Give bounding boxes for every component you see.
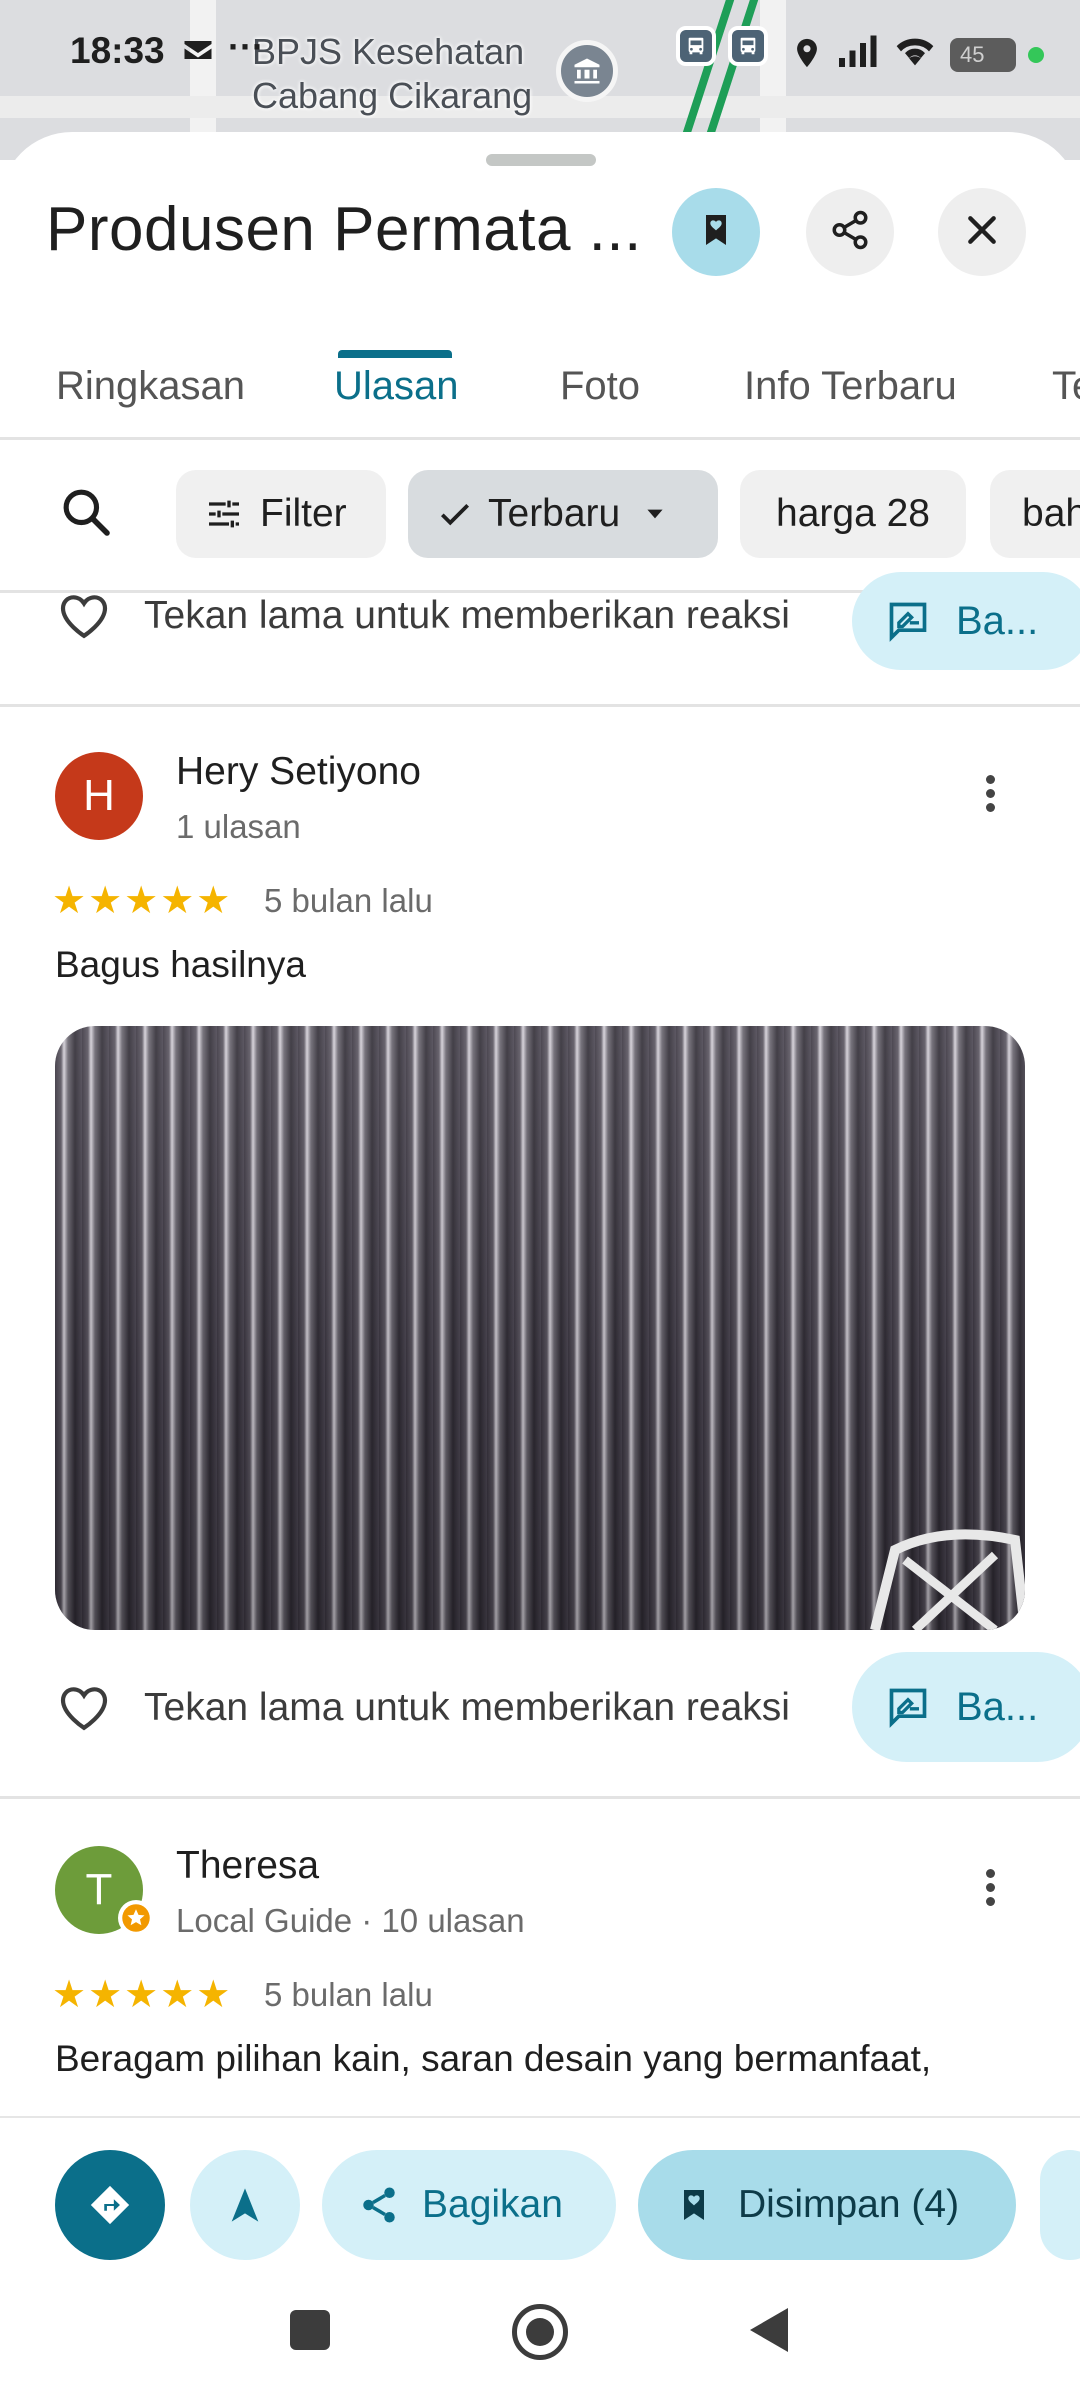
place-action-bar: Bagikan Disimpan (4) [0, 2116, 1080, 2266]
active-tab-indicator [338, 350, 452, 358]
privacy-indicator-dot [1028, 47, 1044, 63]
search-reviews-icon[interactable] [58, 484, 114, 545]
review-time: 5 bulan lalu [264, 882, 433, 919]
review-text[interactable]: Bagus hasilnya [55, 944, 1055, 986]
tab-info-terbaru[interactable]: Info Terbaru [744, 364, 957, 409]
share-review-button[interactable]: Ba... [852, 572, 1080, 670]
local-guide-badge-icon [118, 1900, 154, 1936]
rate-review-icon [886, 1685, 930, 1729]
bus-icon [728, 26, 768, 66]
home-button[interactable] [512, 2304, 568, 2360]
more-options-icon[interactable] [980, 770, 1000, 830]
drag-handle[interactable] [486, 154, 596, 166]
divider [0, 1796, 1080, 1799]
more-options-icon[interactable] [980, 1864, 1000, 1924]
tab-ulasan[interactable]: Ulasan [334, 364, 459, 409]
tab-bar: Ringkasan Ulasan Foto Info Terbaru Te [0, 342, 1080, 440]
close-button[interactable] [938, 188, 1026, 276]
bookmark-icon [696, 210, 736, 255]
avatar-initial: T [85, 1865, 113, 1914]
place-title: Produsen Permata ... [46, 195, 642, 264]
divider [0, 704, 1080, 707]
recents-button[interactable] [290, 2310, 330, 2350]
heart-icon[interactable] [56, 588, 112, 649]
share-place-button[interactable]: Bagikan [322, 2150, 616, 2260]
battery-indicator: 45 [950, 38, 1016, 72]
share-icon [829, 209, 871, 256]
reviewer-subtitle: 1 ulasan [176, 808, 301, 845]
share-place-label: Bagikan [422, 2183, 563, 2226]
directions-button[interactable] [55, 2150, 165, 2260]
reviewer-name[interactable]: Theresa [176, 1844, 319, 1888]
reaction-row: Tekan lama untuk memberikan reaksi Ba... [0, 1652, 1080, 1762]
system-navigation-bar [0, 2266, 1080, 2400]
wifi-icon [892, 32, 938, 77]
sort-chip[interactable]: Terbaru [408, 470, 718, 558]
share-review-label: Ba... [956, 598, 1039, 643]
chair-in-photo [870, 1529, 1025, 1630]
more-notifications-indicator: ··· [228, 26, 264, 67]
review-photo[interactable] [55, 1026, 1025, 1630]
saved-button[interactable]: Disimpan (4) [638, 2150, 1016, 2260]
dropdown-arrow-icon [642, 501, 668, 527]
location-pin-icon [790, 34, 824, 77]
more-actions-button[interactable] [1040, 2150, 1080, 2260]
topic-chip-harga[interactable]: harga 28 [740, 470, 966, 558]
status-time: 18:33 [70, 30, 165, 71]
start-navigation-button[interactable] [190, 2150, 300, 2260]
saved-label: Disimpan (4) [738, 2183, 960, 2226]
filter-chip[interactable]: Filter [176, 470, 386, 558]
tab-truncated[interactable]: Te [1052, 364, 1080, 409]
reaction-row: Tekan lama untuk memberikan reaksi Ba... [0, 560, 1080, 670]
filter-chip-label: Filter [260, 492, 347, 535]
bookmark-icon [674, 2185, 714, 2225]
heart-icon[interactable] [56, 1680, 112, 1741]
share-button[interactable] [806, 188, 894, 276]
topic-chip-bahan[interactable]: bah [990, 470, 1080, 558]
rate-review-icon [886, 599, 930, 643]
rating-stars: ★★★★★ [52, 880, 233, 922]
reaction-prompt[interactable]: Tekan lama untuk memberikan reaksi [144, 594, 790, 638]
notification-icon [180, 32, 216, 73]
directions-icon [87, 2182, 133, 2228]
sort-chip-label: Terbaru [488, 492, 621, 535]
avatar-initial: H [83, 771, 115, 820]
check-icon [436, 495, 474, 533]
reviewer-subtitle: Local Guide · 10 ulasan [176, 1902, 525, 1939]
topic-chip-bahan-label: bah [1022, 492, 1080, 535]
save-button[interactable] [672, 188, 760, 276]
status-bar: 18:33 ··· 45 [0, 0, 1080, 100]
bus-icon [676, 26, 716, 66]
share-icon [358, 2184, 400, 2226]
back-button[interactable] [748, 2306, 790, 2359]
close-icon [962, 210, 1002, 255]
review-text[interactable]: Beragam pilihan kain, saran desain yang … [55, 2038, 1055, 2080]
topic-chip-harga-label: harga 28 [776, 492, 930, 535]
navigation-arrow-icon [225, 2185, 265, 2225]
share-review-label: Ba... [956, 1684, 1039, 1729]
rating-stars: ★★★★★ [52, 1974, 233, 2016]
signal-icon [836, 34, 878, 75]
tab-ringkasan[interactable]: Ringkasan [56, 364, 245, 409]
tab-foto[interactable]: Foto [560, 364, 640, 409]
reviewer-name[interactable]: Hery Setiyono [176, 750, 421, 794]
tune-icon [204, 494, 244, 534]
review-time: 5 bulan lalu [264, 1976, 433, 2013]
avatar[interactable]: H [55, 752, 143, 840]
reaction-prompt[interactable]: Tekan lama untuk memberikan reaksi [144, 1686, 790, 1730]
share-review-button[interactable]: Ba... [852, 1652, 1080, 1762]
